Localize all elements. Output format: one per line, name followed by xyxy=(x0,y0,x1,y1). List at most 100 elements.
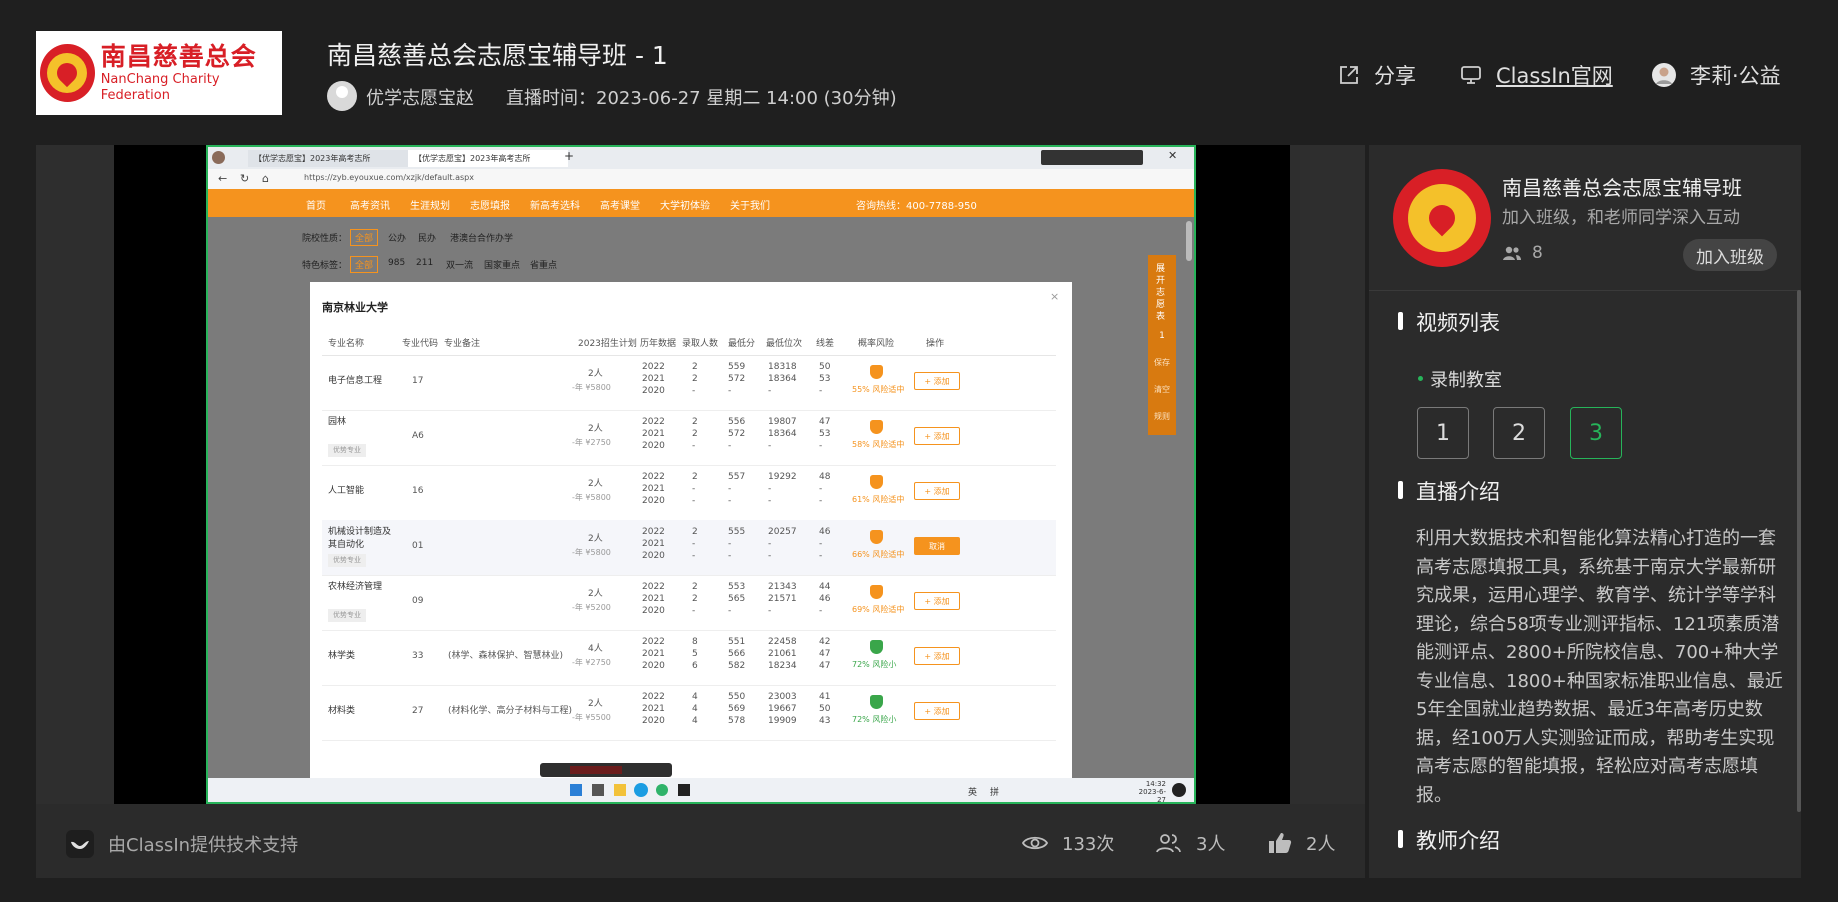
page-title: 南昌慈善总会志愿宝辅导班 - 1 xyxy=(327,41,668,70)
major-name: 材料类 xyxy=(328,706,356,716)
cancel-button[interactable]: 取消 xyxy=(914,537,960,555)
likes-stat[interactable]: 2人 xyxy=(1268,830,1335,856)
browser-tab-2[interactable]: 【优学志愿宝】2023年高考志所 xyxy=(408,150,568,167)
hotline: 咨询热线：400-7788-950 xyxy=(856,201,977,212)
filter-tag-national[interactable]: 国家重点 xyxy=(484,258,520,271)
low-risk-shield-icon xyxy=(870,695,883,709)
add-button[interactable]: + 添加 xyxy=(914,702,960,720)
nav-item-0[interactable]: 首页 xyxy=(306,197,326,212)
major-fee: -年 ¥5500 xyxy=(572,713,611,722)
panel-scrollbar[interactable] xyxy=(1797,290,1801,812)
wish-list-rules[interactable]: 规则 xyxy=(1148,411,1176,422)
host-avatar[interactable] xyxy=(327,81,357,111)
task-view-icon[interactable] xyxy=(592,784,604,796)
cell-min: - xyxy=(728,606,732,616)
participants-count: 3人 xyxy=(1196,834,1226,855)
nav-item-7[interactable]: 关于我们 xyxy=(730,197,770,212)
recorder-controls[interactable] xyxy=(1041,150,1143,165)
tray-ime[interactable]: 拼 xyxy=(990,785,999,798)
cell-rank: 19909 xyxy=(768,716,797,726)
col-plan: 2023招生计划 xyxy=(578,339,637,349)
cell-years: 2020 xyxy=(642,441,665,451)
filter-tag-province[interactable]: 省重点 xyxy=(530,258,557,271)
filter-tag-985[interactable]: 985 xyxy=(388,258,405,268)
cell-years: 2020 xyxy=(642,386,665,396)
new-tab-icon[interactable]: + xyxy=(564,149,574,163)
nav-item-4[interactable]: 新高考选科 xyxy=(530,197,580,212)
add-button[interactable]: + 添加 xyxy=(914,372,960,390)
filter-school-public[interactable]: 公办 xyxy=(388,231,406,244)
views-count: 133次 xyxy=(1062,834,1115,855)
browser-tab-1[interactable]: 【优学志愿宝】2023年高考志所 xyxy=(248,150,408,167)
join-class-button[interactable]: 加入班级 xyxy=(1683,239,1777,271)
powered-by[interactable]: 由ClassIn提供技术支持 xyxy=(66,830,298,858)
major-tag: 优势专业 xyxy=(328,554,366,567)
wish-list-clear[interactable]: 清空 xyxy=(1148,384,1176,395)
major-tag: 优势专业 xyxy=(328,444,366,457)
major-name: 机械设计制造及其自动化 xyxy=(328,527,392,550)
notification-icon[interactable] xyxy=(1172,783,1186,797)
add-button[interactable]: + 添加 xyxy=(914,647,960,665)
filter-tag-211[interactable]: 211 xyxy=(416,258,433,268)
cell-rank: 19292 xyxy=(768,472,797,482)
major-code: A6 xyxy=(412,431,424,441)
add-button[interactable]: + 添加 xyxy=(914,427,960,445)
col-action: 操作 xyxy=(926,339,945,349)
nav-item-5[interactable]: 高考课堂 xyxy=(600,197,640,212)
major-plan: 4人 xyxy=(588,644,603,654)
filter-tag-double[interactable]: 双一流 xyxy=(446,258,473,271)
recording-indicator xyxy=(570,766,622,774)
recording-toolbar[interactable] xyxy=(540,763,672,777)
medium-risk-shield-icon xyxy=(870,420,883,434)
table-row: 林学类 33 (林学、森林保护、智慧林业) 4人 -年 ¥2750 2022 2021 202… xyxy=(322,630,1056,686)
share-button[interactable]: 分享 xyxy=(1338,60,1416,90)
home-icon[interactable]: ⌂ xyxy=(262,172,269,185)
tray-lang[interactable]: 英 xyxy=(968,785,977,798)
filter-school-hk[interactable]: 港澳台合作办学 xyxy=(450,231,513,244)
cell-rank: 18364 xyxy=(768,429,797,439)
page-scrollbar[interactable] xyxy=(1186,221,1192,261)
modal-close-icon[interactable]: × xyxy=(1050,290,1059,303)
nav-item-6[interactable]: 大学初体验 xyxy=(660,197,710,212)
url-text[interactable]: https://zyb.eyouxue.com/xzjk/default.asp… xyxy=(304,173,474,182)
classin-taskbar-icon[interactable] xyxy=(678,784,690,796)
filter-school-all[interactable]: 全部 xyxy=(350,229,379,246)
user-menu[interactable]: 李莉·公益 xyxy=(1652,60,1781,90)
wish-list-side-panel[interactable]: 展开志愿表 1 保存 清空 规则 xyxy=(1148,255,1176,435)
refresh-icon[interactable]: ↻ xyxy=(240,172,249,185)
video-item-3[interactable]: 3 xyxy=(1570,407,1622,459)
nav-item-3[interactable]: 志愿填报 xyxy=(470,197,510,212)
add-button[interactable]: + 添加 xyxy=(914,482,960,500)
people-icon xyxy=(1156,834,1181,853)
filter-tag-all[interactable]: 全部 xyxy=(350,256,379,273)
thumbs-up-icon xyxy=(1269,833,1292,853)
cell-rank: - xyxy=(768,551,772,561)
table-row: 机械设计制造及其自动化 优势专业 01 2人 -年 ¥5800 2022 2021 2020 2… xyxy=(322,520,1056,576)
back-icon[interactable]: ← xyxy=(218,172,227,185)
cell-rank: - xyxy=(768,386,772,396)
table-row: 园林 优势专业 A6 2人 -年 ¥2750 2022 2021 2020 2 2-556 572-… xyxy=(322,410,1056,466)
windows-start-icon[interactable] xyxy=(570,784,582,796)
host-name[interactable]: 优学志愿宝赵 xyxy=(366,84,474,110)
section-marker xyxy=(1398,481,1403,499)
wish-list-save[interactable]: 保存 xyxy=(1148,357,1176,368)
nav-item-2[interactable]: 生涯规划 xyxy=(410,197,450,212)
cell-diff: - xyxy=(819,386,823,396)
class-desc: 加入班级，和老师同学深入互动 xyxy=(1502,208,1740,228)
edge-icon[interactable] xyxy=(634,783,648,797)
classin-official-link[interactable]: ClassIn官网 xyxy=(1460,60,1613,90)
video-item-2[interactable]: 2 xyxy=(1493,407,1545,459)
window-close-icon[interactable]: ✕ xyxy=(1168,149,1177,162)
col-admit: 录取人数 xyxy=(682,339,719,349)
cell-rank: 18364 xyxy=(768,374,797,384)
nav-item-1[interactable]: 高考资讯 xyxy=(350,197,390,212)
video-item-1[interactable]: 1 xyxy=(1417,407,1469,459)
expand-wish-list[interactable]: 展开志愿表 xyxy=(1156,263,1168,323)
col-code: 专业代码 xyxy=(402,339,439,349)
app-icon[interactable] xyxy=(656,784,668,796)
add-button[interactable]: + 添加 xyxy=(914,592,960,610)
filter-school-private[interactable]: 民办 xyxy=(418,231,436,244)
browser-address-bar[interactable]: ← ↻ ⌂ https://zyb.eyouxue.com/xzjk/defau… xyxy=(208,169,1194,190)
risk-label: 72% 风险小 xyxy=(852,715,897,724)
explorer-icon[interactable] xyxy=(614,784,626,796)
